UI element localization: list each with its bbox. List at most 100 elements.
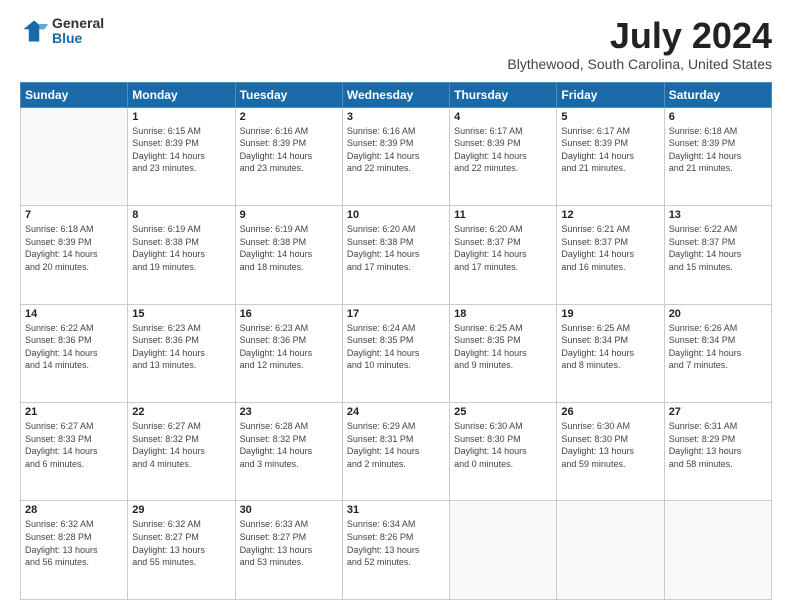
calendar-cell: 3Sunrise: 6:16 AMSunset: 8:39 PMDaylight…	[342, 107, 449, 205]
location: Blythewood, South Carolina, United State…	[507, 56, 772, 72]
calendar-cell: 8 Sunrise: 6:19 AMSunset: 8:38 PMDaylight…	[128, 206, 235, 304]
day-info: Sunrise: 6:22 AMSunset: 8:37 PMDaylight:…	[669, 223, 767, 273]
day-number: 16	[240, 308, 338, 320]
calendar-cell: 1 Sunrise: 6:15 AMSunset: 8:39 PMDaylight…	[128, 107, 235, 205]
calendar-cell: 16 Sunrise: 6:23 AMSunset: 8:36 PMDayligh…	[235, 304, 342, 402]
day-number: 14	[25, 308, 123, 320]
calendar-cell: 17 Sunrise: 6:24 AMSunset: 8:35 PMDayligh…	[342, 304, 449, 402]
day-number: 1	[132, 111, 230, 123]
day-info: Sunrise: 6:25 AMSunset: 8:35 PMDaylight:…	[454, 322, 552, 372]
calendar-cell: 24 Sunrise: 6:29 AMSunset: 8:31 PMDayligh…	[342, 403, 449, 501]
calendar-cell: 2 Sunrise: 6:16 AMSunset: 8:39 PMDaylight…	[235, 107, 342, 205]
day-number: 2	[240, 111, 338, 123]
day-number: 15	[132, 308, 230, 320]
day-info: Sunrise: 6:15 AMSunset: 8:39 PMDaylight:…	[132, 125, 230, 175]
day-number: 26	[561, 406, 659, 418]
calendar-cell: 30 Sunrise: 6:33 AMSunset: 8:27 PMDayligh…	[235, 501, 342, 600]
day-info: Sunrise: 6:18 AMSunset: 8:39 PMDaylight:…	[25, 223, 123, 273]
day-info: Sunrise: 6:27 AMSunset: 8:33 PMDaylight:…	[25, 420, 123, 470]
calendar-cell: 14Sunrise: 6:22 AMSunset: 8:36 PMDayligh…	[21, 304, 128, 402]
day-number: 29	[132, 504, 230, 516]
calendar-cell: 13 Sunrise: 6:22 AMSunset: 8:37 PMDayligh…	[664, 206, 771, 304]
day-info: Sunrise: 6:24 AMSunset: 8:35 PMDaylight:…	[347, 322, 445, 372]
calendar-day-header: Monday	[128, 82, 235, 107]
day-info: Sunrise: 6:23 AMSunset: 8:36 PMDaylight:…	[240, 322, 338, 372]
month-title: July 2024	[507, 16, 772, 56]
day-number: 31	[347, 504, 445, 516]
day-number: 24	[347, 406, 445, 418]
day-info: Sunrise: 6:31 AMSunset: 8:29 PMDaylight:…	[669, 420, 767, 470]
calendar-week-row: 1 Sunrise: 6:15 AMSunset: 8:39 PMDaylight…	[21, 107, 772, 205]
calendar-cell: 23Sunrise: 6:28 AMSunset: 8:32 PMDayligh…	[235, 403, 342, 501]
day-number: 27	[669, 406, 767, 418]
calendar-cell: 10 Sunrise: 6:20 AMSunset: 8:38 PMDayligh…	[342, 206, 449, 304]
day-info: Sunrise: 6:17 AMSunset: 8:39 PMDaylight:…	[561, 125, 659, 175]
day-info: Sunrise: 6:33 AMSunset: 8:27 PMDaylight:…	[240, 518, 338, 568]
day-info: Sunrise: 6:16 AMSunset: 8:39 PMDaylight:…	[240, 125, 338, 175]
day-info: Sunrise: 6:34 AMSunset: 8:26 PMDaylight:…	[347, 518, 445, 568]
day-number: 19	[561, 308, 659, 320]
day-number: 17	[347, 308, 445, 320]
day-number: 4	[454, 111, 552, 123]
calendar-cell: 11Sunrise: 6:20 AMSunset: 8:37 PMDayligh…	[450, 206, 557, 304]
calendar-cell: 26 Sunrise: 6:30 AMSunset: 8:30 PMDayligh…	[557, 403, 664, 501]
day-number: 9	[240, 209, 338, 221]
day-info: Sunrise: 6:19 AMSunset: 8:38 PMDaylight:…	[132, 223, 230, 273]
calendar-cell: 27 Sunrise: 6:31 AMSunset: 8:29 PMDayligh…	[664, 403, 771, 501]
day-number: 11	[454, 209, 552, 221]
calendar-cell	[21, 107, 128, 205]
day-number: 7	[25, 209, 123, 221]
logo-text: General Blue	[52, 16, 104, 47]
day-number: 22	[132, 406, 230, 418]
calendar-cell	[664, 501, 771, 600]
day-number: 6	[669, 111, 767, 123]
day-info: Sunrise: 6:26 AMSunset: 8:34 PMDaylight:…	[669, 322, 767, 372]
logo-icon	[20, 17, 48, 45]
day-number: 5	[561, 111, 659, 123]
calendar-cell: 7 Sunrise: 6:18 AMSunset: 8:39 PMDaylight…	[21, 206, 128, 304]
calendar-cell: 4 Sunrise: 6:17 AMSunset: 8:39 PMDaylight…	[450, 107, 557, 205]
day-number: 8	[132, 209, 230, 221]
day-info: Sunrise: 6:17 AMSunset: 8:39 PMDaylight:…	[454, 125, 552, 175]
day-number: 3	[347, 111, 445, 123]
day-info: Sunrise: 6:32 AMSunset: 8:27 PMDaylight:…	[132, 518, 230, 568]
calendar-day-header: Tuesday	[235, 82, 342, 107]
calendar-cell: 29 Sunrise: 6:32 AMSunset: 8:27 PMDayligh…	[128, 501, 235, 600]
calendar-cell: 15 Sunrise: 6:23 AMSunset: 8:36 PMDayligh…	[128, 304, 235, 402]
logo: General Blue	[20, 16, 104, 47]
calendar-cell: 19 Sunrise: 6:25 AMSunset: 8:34 PMDayligh…	[557, 304, 664, 402]
day-number: 10	[347, 209, 445, 221]
day-number: 12	[561, 209, 659, 221]
calendar-day-header: Thursday	[450, 82, 557, 107]
day-info: Sunrise: 6:30 AMSunset: 8:30 PMDaylight:…	[561, 420, 659, 470]
day-info: Sunrise: 6:30 AMSunset: 8:30 PMDaylight:…	[454, 420, 552, 470]
day-info: Sunrise: 6:25 AMSunset: 8:34 PMDaylight:…	[561, 322, 659, 372]
day-number: 20	[669, 308, 767, 320]
day-info: Sunrise: 6:18 AMSunset: 8:39 PMDaylight:…	[669, 125, 767, 175]
calendar-cell: 20 Sunrise: 6:26 AMSunset: 8:34 PMDayligh…	[664, 304, 771, 402]
calendar-cell: 6 Sunrise: 6:18 AMSunset: 8:39 PMDaylight…	[664, 107, 771, 205]
day-info: Sunrise: 6:20 AMSunset: 8:38 PMDaylight:…	[347, 223, 445, 273]
calendar-week-row: 7 Sunrise: 6:18 AMSunset: 8:39 PMDaylight…	[21, 206, 772, 304]
day-number: 30	[240, 504, 338, 516]
calendar-cell: 18 Sunrise: 6:25 AMSunset: 8:35 PMDayligh…	[450, 304, 557, 402]
day-info: Sunrise: 6:23 AMSunset: 8:36 PMDaylight:…	[132, 322, 230, 372]
logo-general-text: General	[52, 16, 104, 31]
calendar-cell: 25 Sunrise: 6:30 AMSunset: 8:30 PMDayligh…	[450, 403, 557, 501]
calendar-cell: 9 Sunrise: 6:19 AMSunset: 8:38 PMDaylight…	[235, 206, 342, 304]
day-number: 21	[25, 406, 123, 418]
calendar-week-row: 28Sunrise: 6:32 AMSunset: 8:28 PMDayligh…	[21, 501, 772, 600]
calendar-cell: 31 Sunrise: 6:34 AMSunset: 8:26 PMDayligh…	[342, 501, 449, 600]
page: General Blue July 2024 Blythewood, South…	[0, 0, 792, 612]
day-info: Sunrise: 6:19 AMSunset: 8:38 PMDaylight:…	[240, 223, 338, 273]
day-info: Sunrise: 6:29 AMSunset: 8:31 PMDaylight:…	[347, 420, 445, 470]
day-number: 13	[669, 209, 767, 221]
calendar-day-header: Wednesday	[342, 82, 449, 107]
calendar-week-row: 21 Sunrise: 6:27 AMSunset: 8:33 PMDayligh…	[21, 403, 772, 501]
day-info: Sunrise: 6:28 AMSunset: 8:32 PMDaylight:…	[240, 420, 338, 470]
calendar-day-header: Sunday	[21, 82, 128, 107]
day-info: Sunrise: 6:32 AMSunset: 8:28 PMDaylight:…	[25, 518, 123, 568]
day-number: 18	[454, 308, 552, 320]
calendar-cell: 21 Sunrise: 6:27 AMSunset: 8:33 PMDayligh…	[21, 403, 128, 501]
day-number: 25	[454, 406, 552, 418]
